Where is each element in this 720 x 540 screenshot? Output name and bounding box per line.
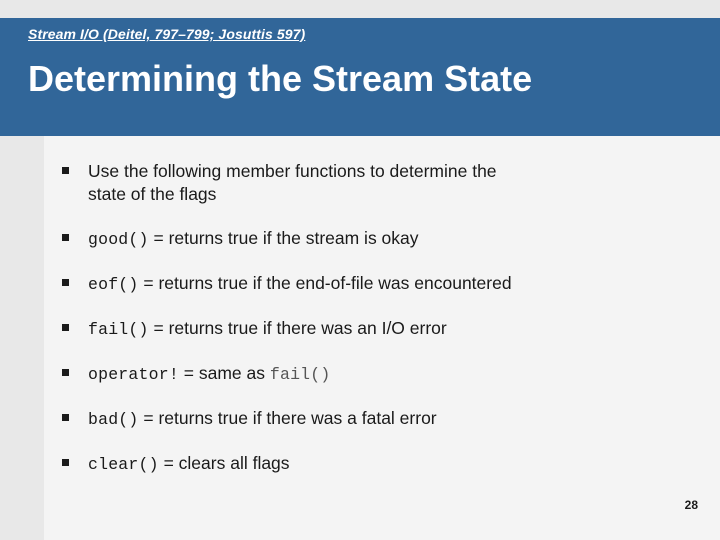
header-banner: Stream I/O (Deitel, 797–799; Josuttis 59… bbox=[0, 18, 720, 136]
page-title: Determining the Stream State bbox=[28, 58, 533, 99]
list-item-text: clear() = clears all flags bbox=[88, 453, 290, 474]
square-bullet-icon bbox=[62, 234, 69, 241]
bullet-list: Use the following member functions to de… bbox=[62, 160, 712, 497]
code-token: fail() bbox=[88, 320, 149, 339]
square-bullet-icon bbox=[62, 167, 69, 174]
square-bullet-icon bbox=[62, 369, 69, 376]
list-item: Use the following member functions to de… bbox=[62, 160, 712, 206]
list-item-text: operator! = same as fail() bbox=[88, 363, 331, 384]
list-item-line1: Use the following member functions to de… bbox=[88, 161, 497, 181]
code-token: operator! bbox=[88, 365, 179, 384]
square-bullet-icon bbox=[62, 324, 69, 331]
list-item: clear() = clears all flags bbox=[62, 452, 712, 476]
top-strip bbox=[0, 0, 720, 18]
list-item-text: bad() = returns true if there was a fata… bbox=[88, 408, 437, 429]
content-panel: Use the following member functions to de… bbox=[44, 136, 720, 540]
list-item: operator! = same as fail() bbox=[62, 362, 712, 386]
list-item: eof() = returns true if the end-of-file … bbox=[62, 272, 712, 296]
left-gutter bbox=[0, 136, 44, 540]
list-item-description: = same as bbox=[178, 363, 270, 383]
list-item: good() = returns true if the stream is o… bbox=[62, 227, 712, 251]
slide-kicker: Stream I/O (Deitel, 797–799; Josuttis 59… bbox=[28, 26, 306, 42]
list-item-description: = returns true if the stream is okay bbox=[148, 228, 419, 248]
list-item-description: = returns true if there was a fatal erro… bbox=[138, 408, 437, 428]
code-token: clear() bbox=[88, 455, 159, 474]
list-item: bad() = returns true if there was a fata… bbox=[62, 407, 712, 431]
list-item-text: Use the following member functions to de… bbox=[88, 161, 712, 206]
list-item-text: fail() = returns true if there was an I/… bbox=[88, 318, 447, 339]
square-bullet-icon bbox=[62, 459, 69, 466]
page-number: 28 bbox=[684, 498, 698, 512]
square-bullet-icon bbox=[62, 414, 69, 421]
list-item-text: good() = returns true if the stream is o… bbox=[88, 228, 419, 249]
list-item-description: = returns true if there was an I/O error bbox=[148, 318, 447, 338]
list-item-line2: state of the flags bbox=[88, 184, 217, 204]
slide: Stream I/O (Deitel, 797–799; Josuttis 59… bbox=[0, 0, 720, 540]
square-bullet-icon bbox=[62, 279, 69, 286]
list-item-text: eof() = returns true if the end-of-file … bbox=[88, 273, 512, 294]
code-token: good() bbox=[88, 230, 149, 249]
code-token-secondary: fail() bbox=[269, 365, 331, 384]
list-item-description: = clears all flags bbox=[158, 453, 290, 473]
list-item: fail() = returns true if there was an I/… bbox=[62, 317, 712, 341]
list-item-description: = returns true if the end-of-file was en… bbox=[138, 273, 512, 293]
code-token: eof() bbox=[88, 275, 139, 294]
code-token: bad() bbox=[88, 410, 139, 429]
